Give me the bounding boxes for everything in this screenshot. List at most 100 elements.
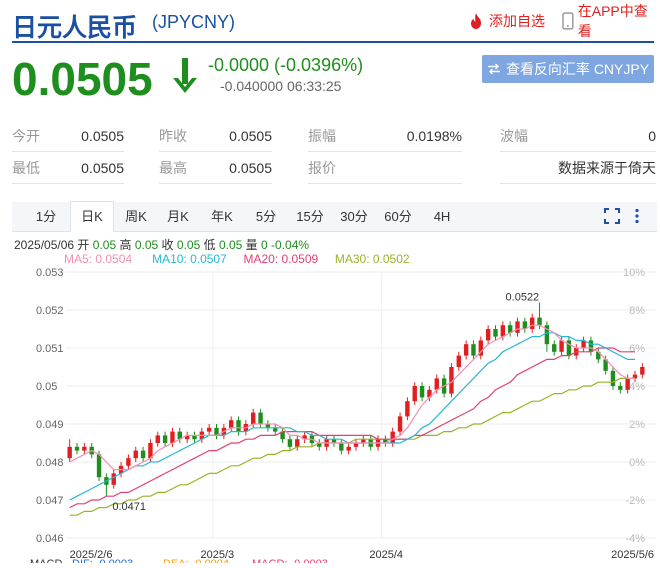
ohlc-close-label: 收 — [161, 238, 174, 252]
candle-body — [625, 378, 630, 390]
pct-tick-label: 0% — [629, 457, 645, 469]
candle-body — [74, 446, 80, 451]
candle-body — [295, 439, 300, 447]
y-tick-label: 0.051 — [36, 343, 64, 355]
stat-divider — [308, 183, 462, 184]
tab-5min[interactable]: 5分 — [246, 202, 286, 231]
candle-body — [552, 344, 557, 352]
tab-yearly-k[interactable]: 年K — [202, 202, 242, 231]
quote-time: 06:33:25 — [286, 78, 342, 94]
candle-body — [228, 420, 234, 428]
y-tick-label: 0.049 — [36, 419, 64, 431]
candle-body — [515, 321, 520, 333]
phone-icon — [562, 12, 574, 30]
flame-icon — [471, 13, 481, 29]
stat-value-open: 0.0505 — [81, 128, 124, 144]
candle-body — [82, 446, 87, 451]
currency-code: (JPYCNY) — [152, 12, 236, 32]
max-price-label: 0.0522 — [506, 291, 540, 303]
stat-label-prev-close: 昨收 — [159, 128, 187, 144]
pct-tick-label: 2% — [629, 419, 645, 431]
change-detail: -0.040000 06:33:25 — [220, 78, 341, 94]
ma10-line — [69, 332, 635, 501]
ma30-line — [69, 377, 635, 516]
candle-body — [618, 386, 623, 390]
candle-body — [390, 431, 395, 443]
candle-body — [155, 435, 160, 443]
ma20-line — [69, 347, 635, 509]
macd-legend-item: MACD — [30, 558, 62, 563]
candle-body — [485, 329, 491, 341]
candle-body — [405, 401, 410, 417]
more-options-icon[interactable] — [634, 208, 640, 224]
current-price: 0.0505 — [12, 53, 153, 105]
stat-value-range: 0 — [648, 128, 656, 144]
stat-label-quote: 报价 — [308, 160, 336, 176]
kline-chart[interactable]: 0.053 0.052 0.051 0.05 0.049 0.048 0.047 0.046 1… — [0, 262, 660, 568]
view-in-app-label: 在APP中查看 — [577, 3, 648, 39]
ohlc-low: 0.05 — [218, 238, 243, 252]
tab-60min[interactable]: 60分 — [378, 202, 418, 231]
stat-label-low: 最低 — [12, 160, 40, 176]
candle-body — [493, 329, 498, 337]
pct-tick-label: 6% — [629, 343, 645, 355]
ohlc-volume: 0 — [261, 238, 268, 252]
price-change: -0.0000 (-0.0396%) — [208, 55, 364, 75]
stat-divider — [159, 151, 272, 152]
ma5-line — [69, 324, 635, 471]
tab-1min[interactable]: 1分 — [26, 202, 66, 231]
tab-monthly-k[interactable]: 月K — [158, 202, 198, 231]
pct-tick-label: 4% — [629, 381, 645, 393]
candle-body — [251, 412, 256, 424]
kline-chart-svg[interactable]: 0.053 0.052 0.051 0.05 0.049 0.048 0.047 0.046 1… — [0, 262, 660, 568]
y-tick-label: 0.048 — [36, 457, 64, 469]
view-in-app-button[interactable]: 在APP中查看 — [562, 3, 660, 39]
add-favorite-button[interactable]: 添加自选 — [467, 11, 545, 31]
tab-4h[interactable]: 4H — [422, 202, 462, 231]
add-favorite-label: 添加自选 — [489, 13, 545, 29]
view-inverse-rate-button[interactable]: 查看反向汇率 CNYJPY — [482, 55, 654, 83]
title-row: 日元人民币 (JPYCNY) 添加自选 在APP中查看 — [12, 3, 660, 42]
candle-body — [111, 473, 116, 485]
candle-body — [133, 450, 138, 459]
stat-value-low: 0.0505 — [81, 160, 124, 176]
pct-tick-label: -2% — [625, 495, 645, 507]
candle-body — [140, 450, 146, 459]
stat-label-open: 今开 — [12, 128, 40, 144]
stat-value-amplitude: 0.0198% — [406, 128, 462, 144]
candle-body — [434, 378, 439, 390]
stat-divider — [12, 183, 124, 184]
ohlc-open: 0.05 — [92, 238, 117, 252]
candle-body — [206, 427, 212, 432]
stat-divider — [500, 183, 656, 184]
change-absolute: -0.040000 — [220, 78, 284, 94]
tab-30min[interactable]: 30分 — [334, 202, 374, 231]
page-title: 日元人民币 — [12, 14, 138, 42]
down-arrow-icon — [173, 58, 197, 93]
tab-daily-k[interactable]: 日K — [70, 201, 114, 232]
view-inverse-rate-label: 查看反向汇率 CNYJPY — [505, 61, 650, 77]
stat-label-high: 最高 — [159, 160, 187, 176]
ohlc-percent: -0.04% — [271, 238, 310, 252]
ohlc-info: 2025/05/06 开 0.05 高 0.05 收 0.05 低 0.05 量… — [14, 236, 309, 253]
fullscreen-icon[interactable] — [604, 208, 620, 224]
candle-body — [640, 367, 645, 375]
candle-body — [537, 317, 542, 326]
tab-weekly-k[interactable]: 周K — [116, 202, 156, 231]
macd-legend-item: DIF: -0.0003 — [72, 558, 133, 563]
ohlc-high: 0.05 — [134, 238, 159, 252]
stat-value-prev-close: 0.0505 — [229, 128, 272, 144]
candle-body — [559, 340, 564, 352]
stat-divider — [500, 151, 656, 152]
tab-15min[interactable]: 15分 — [290, 202, 330, 231]
stat-divider — [12, 151, 124, 152]
candle-body — [530, 317, 535, 329]
pct-tick-label: 8% — [629, 305, 645, 317]
x-tick-label: 2025/4 — [369, 549, 403, 561]
ohlc-volume-label: 量 — [245, 238, 258, 252]
candle-body — [258, 412, 263, 424]
ohlc-close: 0.05 — [176, 238, 201, 252]
ohlc-high-label: 高 — [119, 238, 132, 252]
stat-value-source: 数据来源于倚天 — [558, 160, 656, 176]
candle-body — [236, 420, 241, 432]
